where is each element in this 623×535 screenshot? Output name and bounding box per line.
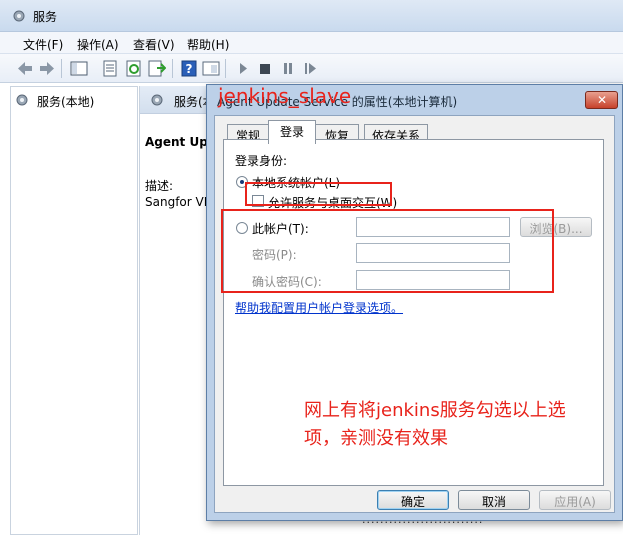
- service-name: Agent Upc: [145, 135, 215, 149]
- menu-action[interactable]: 操作(A): [77, 36, 119, 53]
- pause-service-icon[interactable]: [279, 60, 297, 77]
- close-icon: ✕: [597, 93, 608, 107]
- main-titlebar: 服务: [0, 0, 623, 32]
- dialog-body: 常规 登录 恢复 依存关系 登录身份: 本地系统帐户(L) 允许服务与桌面交互(…: [214, 115, 615, 513]
- annotation-box-account-section: [221, 209, 554, 293]
- toolbar-separator: [225, 59, 226, 78]
- help-icon[interactable]: ?: [180, 60, 198, 77]
- dialog-close-button[interactable]: ✕: [585, 91, 618, 109]
- service-properties-dialog: Agent Update Service 的属性(本地计算机) ✕ 常规 登录 …: [206, 84, 623, 521]
- description-value: Sangfor VI: [145, 195, 208, 209]
- menu-file[interactable]: 文件(F): [23, 36, 63, 53]
- forward-arrow-icon[interactable]: [38, 60, 56, 77]
- annotation-note-line2: 项，亲测没有效果: [304, 428, 448, 449]
- toolbar: ?: [0, 54, 623, 83]
- tree-node-label: 服务(本地): [37, 95, 95, 109]
- svg-text:?: ?: [186, 62, 193, 76]
- services-gear-icon: [16, 94, 28, 106]
- window-title: 服务: [33, 10, 58, 24]
- menu-bar: 文件(F) 操作(A) 查看(V) 帮助(H): [0, 32, 623, 54]
- description-label: 描述:: [145, 179, 174, 193]
- tab-logon[interactable]: 登录: [268, 120, 316, 144]
- properties-sheet-icon[interactable]: [101, 60, 119, 77]
- services-gear-icon: [151, 94, 163, 106]
- stop-service-icon[interactable]: [256, 60, 274, 77]
- cancel-button[interactable]: 取消: [458, 490, 530, 510]
- export-list-icon[interactable]: [148, 60, 167, 77]
- console-tree-icon[interactable]: [70, 60, 88, 77]
- help-logon-link[interactable]: 帮助我配置用户帐户登录选项。: [235, 299, 403, 316]
- menu-view[interactable]: 查看(V): [133, 36, 175, 53]
- restart-service-icon[interactable]: [301, 60, 319, 77]
- apply-button[interactable]: 应用(A): [539, 490, 611, 510]
- annotation-note-line1: 网上有将jenkins服务勾选以上选: [304, 400, 566, 421]
- toolbar-separator: [172, 59, 173, 78]
- logon-as-label: 登录身份:: [235, 154, 288, 168]
- toolbar-separator: [61, 59, 62, 78]
- back-arrow-icon[interactable]: [16, 60, 34, 77]
- menu-help[interactable]: 帮助(H): [187, 36, 229, 53]
- start-service-icon[interactable]: [234, 60, 252, 77]
- tree-node-services-local[interactable]: 服务(本地): [15, 91, 133, 109]
- ok-button[interactable]: 确定: [377, 490, 449, 510]
- services-gear-icon: [13, 10, 25, 22]
- annotation-overlay-title: jenkins_slave: [218, 84, 352, 108]
- console-tree-pane: 服务(本地): [10, 86, 138, 535]
- refresh-icon[interactable]: [125, 60, 143, 77]
- show-hide-pane-icon[interactable]: [202, 60, 220, 77]
- annotation-box-desktop-option: [245, 182, 392, 206]
